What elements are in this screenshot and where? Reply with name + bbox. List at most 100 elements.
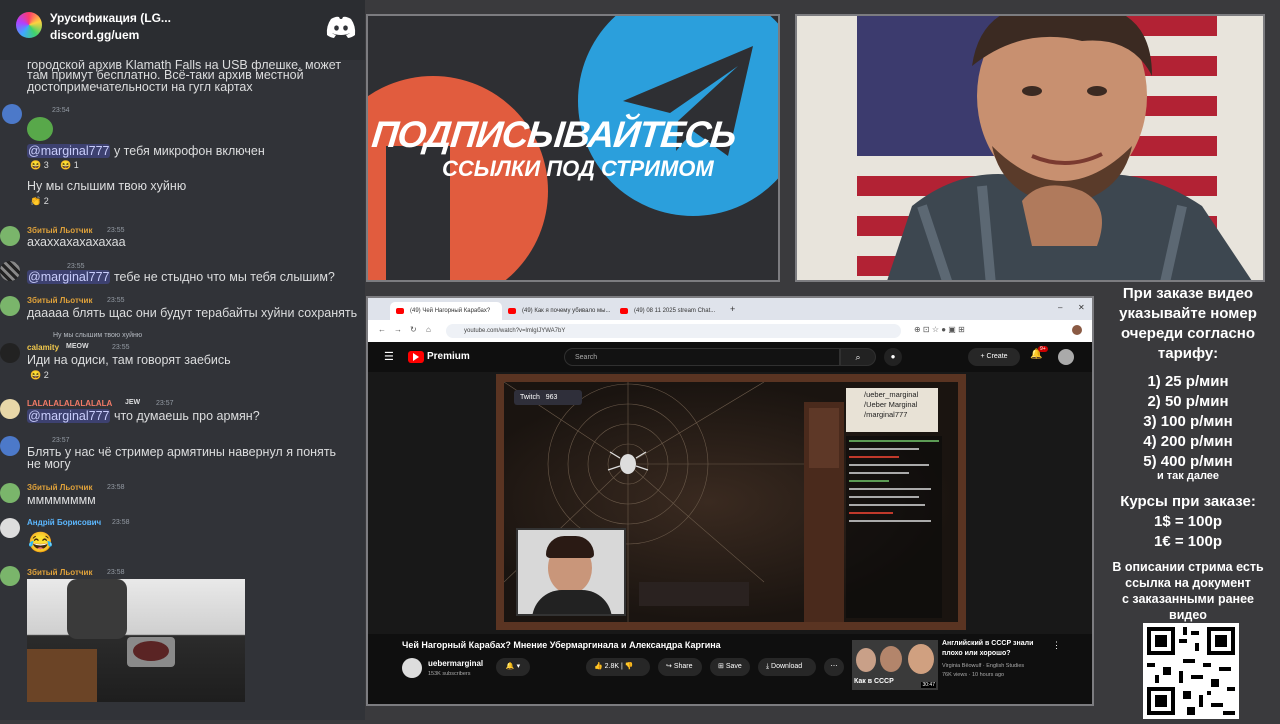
tab-active[interactable]: (49) Чей Нагорный Карабах? [390, 302, 502, 320]
profile-avatar[interactable] [1072, 325, 1082, 335]
info-line: указывайте номер [1119, 305, 1257, 322]
forward-icon[interactable]: → [394, 325, 402, 334]
username[interactable]: calamity [27, 343, 59, 352]
recommended-title[interactable]: Английский в СССР знали [942, 640, 1033, 647]
boosty-logo-gap [386, 146, 450, 280]
tab[interactable]: (49) 08 11 2025 stream Chat... [614, 302, 726, 320]
close-icon[interactable]: ✕ [1078, 303, 1085, 312]
download-button[interactable]: ⤓ Download [758, 658, 816, 676]
search-icon[interactable]: ⌕ [840, 348, 876, 366]
tariff-line: 2) 50 р/мин [1147, 393, 1229, 410]
save-button[interactable]: ⊞ Save [710, 658, 750, 676]
timestamp: 23:55 [107, 227, 125, 234]
reaction[interactable]: 😆 1 [60, 160, 79, 174]
timestamp: 23:58 [107, 569, 125, 576]
new-tab-icon[interactable]: + [730, 304, 735, 314]
create-button[interactable]: + Create [968, 348, 1020, 366]
message-list[interactable]: городской архив Klamath Falls на USB фле… [0, 56, 365, 720]
message-text: Ну мы слышим твою хуйню [27, 179, 187, 193]
social-links: /ueber_marginal /Ueber Marginal /margina… [846, 388, 938, 432]
minimize-icon[interactable]: – [1058, 303, 1062, 312]
username[interactable]: LALALALALALALALA [27, 399, 112, 408]
reload-icon[interactable]: ↻ [410, 325, 417, 334]
avatar[interactable] [0, 436, 20, 456]
more-options-icon[interactable]: ⋮ [1052, 640, 1061, 651]
recommended-meta: 76K views · 10 hours ago [942, 672, 1005, 678]
timestamp: 23:55 [112, 344, 130, 351]
account-avatar[interactable] [1058, 349, 1074, 365]
browser-window: (49) Чей Нагорный Карабах? (49) Как я по… [366, 296, 1094, 706]
reaction[interactable]: 👏 2 [30, 196, 49, 210]
avatar[interactable] [2, 104, 22, 124]
username[interactable]: Збитый Льотчик [27, 568, 92, 577]
home-icon[interactable]: ⌂ [426, 325, 431, 334]
user-badge: JEW [125, 399, 141, 406]
tariff-line: 1) 25 р/мин [1147, 373, 1229, 390]
play-icon [413, 353, 419, 361]
recommended-channel[interactable]: Virginia Bēowulf · English Studies [942, 663, 1024, 669]
rate-line: 1€ = 100р [1154, 533, 1222, 550]
social-link-x: /Ueber Marginal [864, 400, 918, 409]
info-line: тарифу: [1157, 345, 1219, 362]
twitch-counter: Twitch 963 [514, 390, 582, 405]
invite-link[interactable]: discord.gg/uem [50, 28, 139, 42]
like-button[interactable]: 👍 2.8K | 👎 [586, 658, 650, 676]
avatar[interactable] [0, 399, 20, 419]
username[interactable]: Збитый Льотчик [27, 483, 92, 492]
extensions-icon[interactable]: ⊕ ⊡ ☆ ● ▣ ⊞ [914, 325, 965, 334]
tariff-line: 5) 400 р/мин [1143, 453, 1233, 470]
recommended-thumbnail[interactable]: Как в СССР 30:47 [852, 640, 938, 690]
share-button[interactable]: ↪ Share [658, 658, 702, 676]
username[interactable]: Збитый Льотчик [27, 296, 92, 305]
avatar[interactable] [0, 226, 20, 246]
channel-avatar[interactable] [402, 658, 422, 678]
url-field[interactable]: youtube.com/watch?v=lmlgIJYWA7bY [446, 324, 901, 338]
message-text: @marginal777 что думаешь про армян? [27, 409, 260, 423]
rate-line: 1$ = 100р [1154, 513, 1222, 530]
video-frame: Twitch 963 /ueber_marginal /Ueber Margin… [496, 374, 966, 630]
qr-code [1143, 623, 1239, 719]
avatar[interactable] [0, 566, 20, 586]
message-text: @marginal777 тебе не стыдно что мы тебя … [27, 270, 335, 284]
tab[interactable]: (49) Как я почему убивало мы... [502, 302, 614, 320]
video-info: Чей Нагорный Карабах? Мнение Убермаргина… [368, 634, 1092, 704]
reply-preview[interactable]: Ну мы слышим твою хуйню [53, 332, 142, 339]
message-text: мммммммм [27, 493, 96, 507]
reaction[interactable]: 😆 2 [30, 370, 49, 384]
timestamp: 23:55 [67, 263, 85, 270]
menu-icon[interactable]: ☰ [384, 350, 394, 363]
thumbnail-caption: Как в СССР [854, 678, 894, 685]
back-icon[interactable]: ← [378, 325, 386, 334]
attached-image[interactable] [27, 579, 245, 702]
recommended-title-line2[interactable]: плохо или хорошо? [942, 650, 1011, 657]
message-text: достопримечательности на гугл картах [27, 80, 253, 94]
server-icon[interactable] [16, 12, 42, 38]
discord-icon [326, 16, 356, 38]
info-line: очереди согласно [1120, 325, 1256, 342]
avatar[interactable] [0, 518, 20, 538]
avatar[interactable] [0, 296, 20, 316]
message-text: дааааа блять щас они будут терабайты хуй… [27, 306, 358, 320]
avatar[interactable] [0, 343, 20, 363]
subscribe-bell-button[interactable]: 🔔 ▾ [496, 658, 530, 676]
channel-name[interactable]: uebermarginal [428, 659, 483, 668]
more-actions-button[interactable]: ⋯ [824, 658, 844, 676]
info-line: При заказе видео [1122, 285, 1254, 302]
video-player[interactable]: Twitch 963 /ueber_marginal /Ueber Margin… [368, 372, 1092, 634]
timestamp: 23:57 [52, 437, 70, 444]
timestamp: 23:58 [107, 484, 125, 491]
server-name[interactable]: Урусификация (LG... [50, 11, 171, 25]
avatar[interactable] [0, 483, 20, 503]
reaction[interactable]: 😆 3 [30, 160, 49, 174]
username[interactable]: Андрій Борисович [27, 518, 101, 527]
avatar[interactable] [0, 261, 20, 281]
search-input[interactable]: Search [564, 348, 840, 366]
sticker [27, 117, 53, 141]
youtube-logo[interactable]: Premium [427, 351, 470, 362]
message-text: Блять у нас чё стример армятины навернул… [27, 445, 337, 459]
streamer-webcam [887, 16, 1252, 280]
microphone-icon[interactable]: ● [884, 348, 902, 366]
username[interactable]: Збитый Льотчик [27, 226, 92, 235]
message-text: не могу [27, 457, 71, 471]
subscriber-count: 153K subscribers [428, 671, 471, 677]
